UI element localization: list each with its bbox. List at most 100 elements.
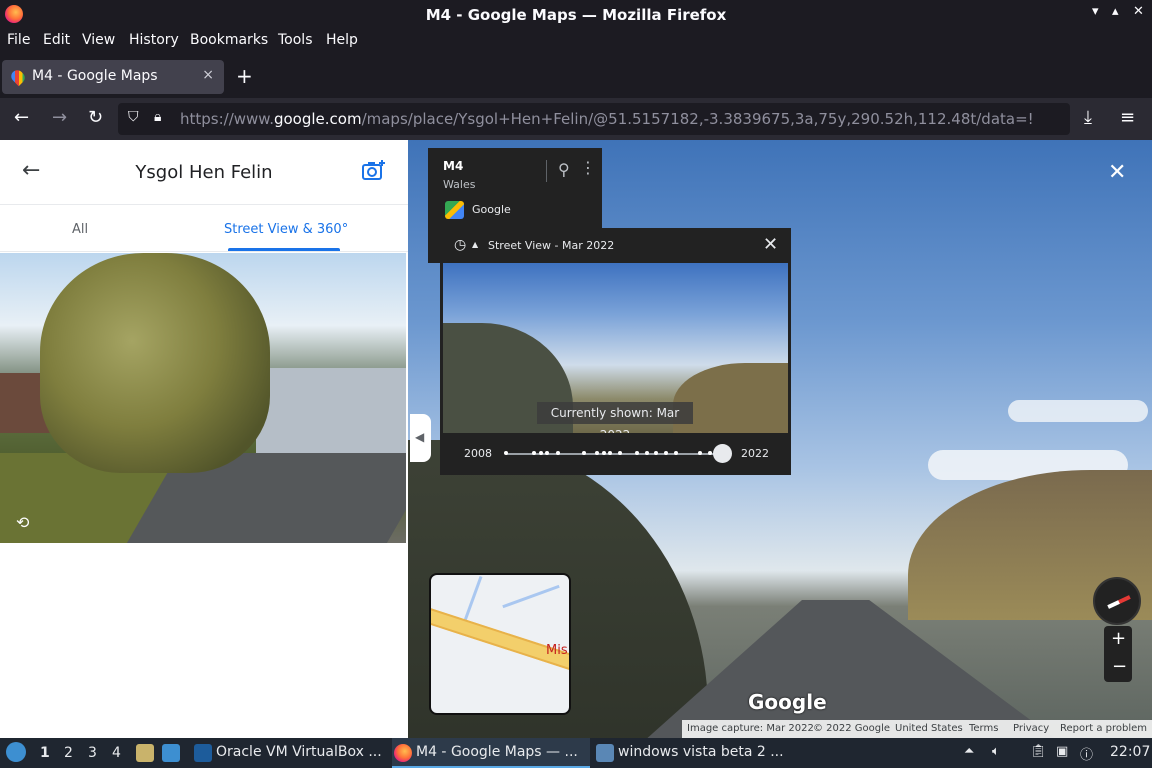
timeline-dot[interactable] xyxy=(582,451,586,455)
timeline-slider-handle[interactable] xyxy=(713,444,732,463)
close-window-icon[interactable]: ✕ xyxy=(1133,4,1144,19)
window-title: M4 - Google Maps — Mozilla Firefox xyxy=(425,6,727,24)
workspace-1[interactable]: 1 xyxy=(40,745,50,761)
report-problem-link[interactable]: Report a problem xyxy=(1060,723,1147,734)
taskbar: 1 2 3 4 Oracle VM VirtualBox ... M4 - Go… xyxy=(0,738,1152,768)
close-time-machine-icon[interactable]: ✕ xyxy=(763,234,778,255)
timeline-dot[interactable] xyxy=(698,451,702,455)
reload-icon[interactable]: ↻ xyxy=(88,107,103,128)
start-menu-icon[interactable] xyxy=(6,742,26,762)
timeline-dot[interactable] xyxy=(674,451,678,455)
timeline-dot[interactable] xyxy=(618,451,622,455)
timeline-dot[interactable] xyxy=(595,451,599,455)
url-bar[interactable]: ⛉ 🔒︎ https://www.google.com/maps/place/Y… xyxy=(118,103,1070,135)
timeline-end-year: 2022 xyxy=(741,447,769,460)
task-label: M4 - Google Maps — ... xyxy=(416,744,578,760)
divider xyxy=(0,204,408,205)
shield-icon[interactable]: ⛉ xyxy=(128,109,139,125)
terms-link[interactable]: Terms xyxy=(969,723,998,734)
menu-edit[interactable]: Edit xyxy=(43,32,70,48)
source-label[interactable]: Google xyxy=(472,203,511,216)
history-icon[interactable]: ◷ xyxy=(454,237,466,253)
firefox-icon xyxy=(394,744,412,762)
volume-icon[interactable]: 🔈︎ xyxy=(992,744,1000,759)
timeline-start-year: 2008 xyxy=(464,447,492,460)
workspace-3[interactable]: 3 xyxy=(88,745,97,761)
zoom-in-button[interactable]: + xyxy=(1111,628,1126,649)
menu-view[interactable]: View xyxy=(82,32,115,48)
timeline-dot[interactable] xyxy=(539,451,543,455)
file-manager-launcher[interactable] xyxy=(134,738,160,768)
timeline-dot[interactable] xyxy=(545,451,549,455)
compass-button[interactable] xyxy=(1093,577,1141,625)
timeline-dot[interactable] xyxy=(608,451,612,455)
workspace-4[interactable]: 4 xyxy=(112,745,121,761)
new-tab-button[interactable]: + xyxy=(236,64,253,88)
tab-street-view[interactable]: Street View & 360° xyxy=(224,222,348,237)
time-machine-preview[interactable]: Currently shown: Mar 2022 xyxy=(443,263,788,433)
minimize-icon[interactable]: ▾ xyxy=(1092,4,1099,19)
task-vista[interactable]: windows vista beta 2 ... xyxy=(594,738,790,768)
compass-needle-icon xyxy=(1107,595,1131,609)
timeline-dot[interactable] xyxy=(654,451,658,455)
privacy-link[interactable]: Privacy xyxy=(1013,723,1049,734)
location-name: M4 xyxy=(443,159,464,173)
menu-history[interactable]: History xyxy=(129,32,179,48)
country-link[interactable]: United States xyxy=(895,723,963,734)
menu-tools[interactable]: Tools xyxy=(278,32,313,48)
360-icon: ⟲ xyxy=(16,513,30,532)
time-machine-panel: ◷ ▲ Street View - Mar 2022 ✕ Currently s… xyxy=(440,228,791,475)
notification-icon[interactable]: ⓘ xyxy=(1080,744,1093,763)
street-view-photo[interactable]: ⟲ xyxy=(0,253,406,543)
side-panel: ← Ysgol Hen Felin All Street View & 360°… xyxy=(0,140,408,738)
lock-icon[interactable]: 🔒︎ xyxy=(154,109,161,125)
divider xyxy=(0,251,408,252)
timeline-dot[interactable] xyxy=(708,451,712,455)
close-street-view-icon[interactable]: ✕ xyxy=(1108,160,1126,185)
google-maps-favicon xyxy=(8,67,28,87)
more-options-icon[interactable]: ⋮ xyxy=(580,158,596,177)
chevron-left-icon: ◀ xyxy=(415,430,425,444)
zoom-controls: + − xyxy=(1104,626,1132,682)
forward-icon[interactable]: → xyxy=(52,107,67,128)
tab-all[interactable]: All xyxy=(72,222,88,237)
menu-help[interactable]: Help xyxy=(326,32,358,48)
menu-file[interactable]: File xyxy=(7,32,30,48)
minimap[interactable]: Mis xyxy=(429,573,571,715)
location-region: Wales xyxy=(443,178,476,191)
maximize-icon[interactable]: ▴ xyxy=(1112,4,1119,19)
divider xyxy=(546,160,547,182)
back-icon[interactable]: ← xyxy=(14,107,29,128)
clock: 22:07 xyxy=(1110,744,1151,760)
timeline-dot[interactable] xyxy=(532,451,536,455)
timeline-dot[interactable] xyxy=(664,451,668,455)
desktop-launcher[interactable] xyxy=(160,738,186,768)
timeline-dot[interactable] xyxy=(504,451,508,455)
downloads-icon[interactable]: ⤓ xyxy=(1084,107,1092,128)
task-virtualbox[interactable]: Oracle VM VirtualBox ... xyxy=(192,738,388,768)
timeline-dot[interactable] xyxy=(645,451,649,455)
caret-up-icon[interactable]: ▲ xyxy=(472,240,478,249)
collapse-panel-button[interactable]: ◀ xyxy=(410,414,431,462)
zoom-out-button[interactable]: − xyxy=(1112,656,1127,677)
task-firefox[interactable]: M4 - Google Maps — ... xyxy=(392,738,590,768)
tray-up-icon[interactable]: ⏶ xyxy=(964,744,974,759)
tab-label: M4 - Google Maps xyxy=(32,68,158,84)
timeline-dot[interactable] xyxy=(556,451,560,455)
clipboard-icon[interactable]: 📋︎ xyxy=(1030,744,1047,759)
tab-close-icon[interactable]: × xyxy=(202,67,214,83)
panel-title: Ysgol Hen Felin xyxy=(135,162,273,183)
google-maps-icon xyxy=(445,201,464,219)
tab-google-maps[interactable]: M4 - Google Maps × xyxy=(2,60,224,94)
workspace-2[interactable]: 2 xyxy=(64,745,73,761)
vista-icon xyxy=(596,744,614,762)
network-icon[interactable]: ▣ xyxy=(1056,744,1068,759)
map-pin-icon[interactable]: ⚲ xyxy=(558,160,570,179)
timeline-dot[interactable] xyxy=(602,451,606,455)
url-text[interactable]: https://www.google.com/maps/place/Ysgol+… xyxy=(180,110,1032,128)
add-photo-icon[interactable] xyxy=(362,160,386,182)
app-menu-icon[interactable]: ≡ xyxy=(1120,107,1135,128)
menu-bookmarks[interactable]: Bookmarks xyxy=(190,32,268,48)
timeline-dot[interactable] xyxy=(635,451,639,455)
minimap-place-label: Mis xyxy=(546,643,568,658)
